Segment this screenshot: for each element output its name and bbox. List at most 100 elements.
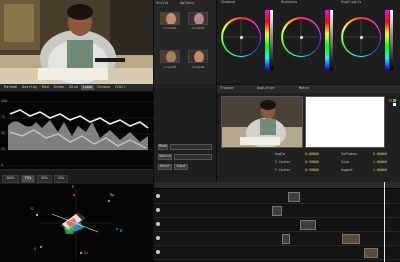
row-value[interactable]: 0.00000 <box>373 152 387 156</box>
waveform-label-50: 50 <box>1 131 6 135</box>
shadows-wheel[interactable] <box>221 17 261 57</box>
vectorscope-tab-bar: 100% 75% 50% 25% <box>0 175 153 183</box>
timeline-clip[interactable] <box>288 192 300 202</box>
swatch-blue[interactable] <box>389 103 392 106</box>
row-label: Angle <box>275 152 285 156</box>
tab-qualifier[interactable]: Qualifier <box>257 86 275 90</box>
gallery-thumb-3[interactable] <box>160 50 180 63</box>
vector-label-g: G <box>34 247 37 251</box>
tab-ycbcr[interactable]: YCbCr <box>113 85 128 91</box>
scope-tab-bar: Parade Overlay Red Green Blue Luma Chrom… <box>0 84 153 92</box>
source-dropdown[interactable] <box>174 154 212 160</box>
tab-stills[interactable]: Stills <box>156 1 168 5</box>
timeline-track <box>154 246 400 260</box>
track-indicator <box>156 208 160 212</box>
row-value[interactable]: 0.50000 <box>305 160 319 164</box>
waveform-label-0: 0 <box>1 163 4 167</box>
waveform-scope: 100 75 50 25 0 <box>0 92 153 170</box>
vectorscope-trace <box>36 188 118 258</box>
midtones-hue-bar[interactable] <box>325 10 329 70</box>
source-button[interactable]: Source <box>158 154 172 160</box>
reset-button[interactable]: Reset <box>158 164 172 170</box>
timeline-track <box>154 204 400 218</box>
tab-vs-50[interactable]: 50% <box>37 175 52 183</box>
viewer-image <box>0 0 153 84</box>
preview-header: Tracker Qualifier Matte <box>217 85 400 93</box>
gallery-thumb-label: Grade01 <box>163 26 177 30</box>
waveform-label-100: 100 <box>1 99 8 103</box>
row-value[interactable]: 0.50000 <box>305 168 319 172</box>
tab-chroma[interactable]: Chroma <box>95 85 112 91</box>
wheel-header-midtones: Midtones <box>281 0 298 4</box>
vector-label-r: R <box>72 185 75 189</box>
shadows-hue-bar[interactable] <box>265 10 269 70</box>
vector-label-mg: Mg <box>110 193 115 197</box>
row-label: Size <box>341 160 349 164</box>
highlights-wheel[interactable] <box>341 17 381 57</box>
row-label: Y Center <box>275 168 291 172</box>
mode-label-button[interactable]: Mode <box>158 144 168 150</box>
waveform-label-75: 75 <box>1 115 6 119</box>
midtones-wheel[interactable] <box>281 17 321 57</box>
timeline-clip[interactable] <box>342 234 360 244</box>
row-label: Aspect <box>341 168 353 172</box>
tab-vs-75[interactable]: 75% <box>20 175 36 183</box>
gallery-panel: Stills Gallery Grade01 Grade02 Grade03 G… <box>153 0 216 84</box>
tab-green[interactable]: Green <box>52 85 67 91</box>
vectorscope: R Mg B Cy G Yl <box>0 184 153 262</box>
timeline-clip[interactable] <box>364 248 378 258</box>
timeline-track <box>154 218 400 232</box>
mode-dropdown[interactable] <box>170 144 212 150</box>
timeline-clip[interactable] <box>272 206 282 216</box>
tab-overlay[interactable]: Overlay <box>20 85 39 91</box>
playhead[interactable] <box>384 182 385 262</box>
tab-parade[interactable]: Parade <box>2 85 19 91</box>
track-indicator <box>156 250 160 254</box>
tab-blue[interactable]: Blue <box>67 85 80 91</box>
shadows-luma-bar[interactable] <box>270 10 273 70</box>
input-button[interactable]: Input <box>174 164 188 170</box>
highlights-luma-bar[interactable] <box>390 10 393 70</box>
vector-label-yl: Yl <box>30 207 35 211</box>
gallery-thumb-label: Grade03 <box>163 65 177 69</box>
row-label: Softness <box>341 152 357 156</box>
matte-preview <box>305 96 385 148</box>
gallery-thumb-2[interactable] <box>188 12 208 25</box>
swatch-red[interactable] <box>389 99 392 102</box>
tab-tracker[interactable]: Tracker <box>220 86 234 90</box>
swatch-green[interactable] <box>393 99 396 102</box>
tab-vs-100[interactable]: 100% <box>2 175 19 183</box>
gallery-thumb-label: Grade04 <box>191 65 205 69</box>
vector-label-cy: Cy <box>84 251 89 255</box>
tab-red[interactable]: Red <box>40 85 51 91</box>
preview-image <box>221 96 303 148</box>
timeline-track <box>154 232 400 246</box>
tab-luma[interactable]: Luma <box>81 84 94 91</box>
midtones-luma-bar[interactable] <box>330 10 333 70</box>
wheel-header-shadows: Shadows <box>221 0 236 4</box>
swatch-white[interactable] <box>393 103 396 106</box>
color-wheels-panel: Shadows Midtones Highlights <box>216 0 400 84</box>
highlights-hue-bar[interactable] <box>385 10 389 70</box>
timeline-clip[interactable] <box>300 220 316 230</box>
preview-panel: Tracker Qualifier Matte Angle 0.00000 So… <box>216 84 400 182</box>
waveform-trace <box>0 101 153 167</box>
gallery-thumb-4[interactable] <box>188 50 208 63</box>
row-value[interactable]: 1.00000 <box>373 160 387 164</box>
gallery-thumb-1[interactable] <box>160 12 180 25</box>
tab-matte[interactable]: Matte <box>299 86 309 90</box>
timeline-ruler[interactable] <box>154 182 400 189</box>
row-label: X Center <box>275 160 291 164</box>
wheel-header-highlights: Highlights <box>341 0 362 4</box>
controls-panel: Mode Source Reset Input <box>153 84 216 182</box>
gallery-thumb-label: Grade02 <box>191 26 205 30</box>
track-indicator <box>156 194 160 198</box>
row-value[interactable]: 1.00000 <box>373 168 387 172</box>
timeline <box>153 182 400 262</box>
tab-vs-25[interactable]: 25% <box>53 175 69 183</box>
tab-gallery[interactable]: Gallery <box>180 1 194 5</box>
track-indicator <box>156 236 160 240</box>
timeline-clip[interactable] <box>282 234 290 244</box>
row-value[interactable]: 0.00000 <box>305 152 319 156</box>
timeline-track <box>154 190 400 204</box>
